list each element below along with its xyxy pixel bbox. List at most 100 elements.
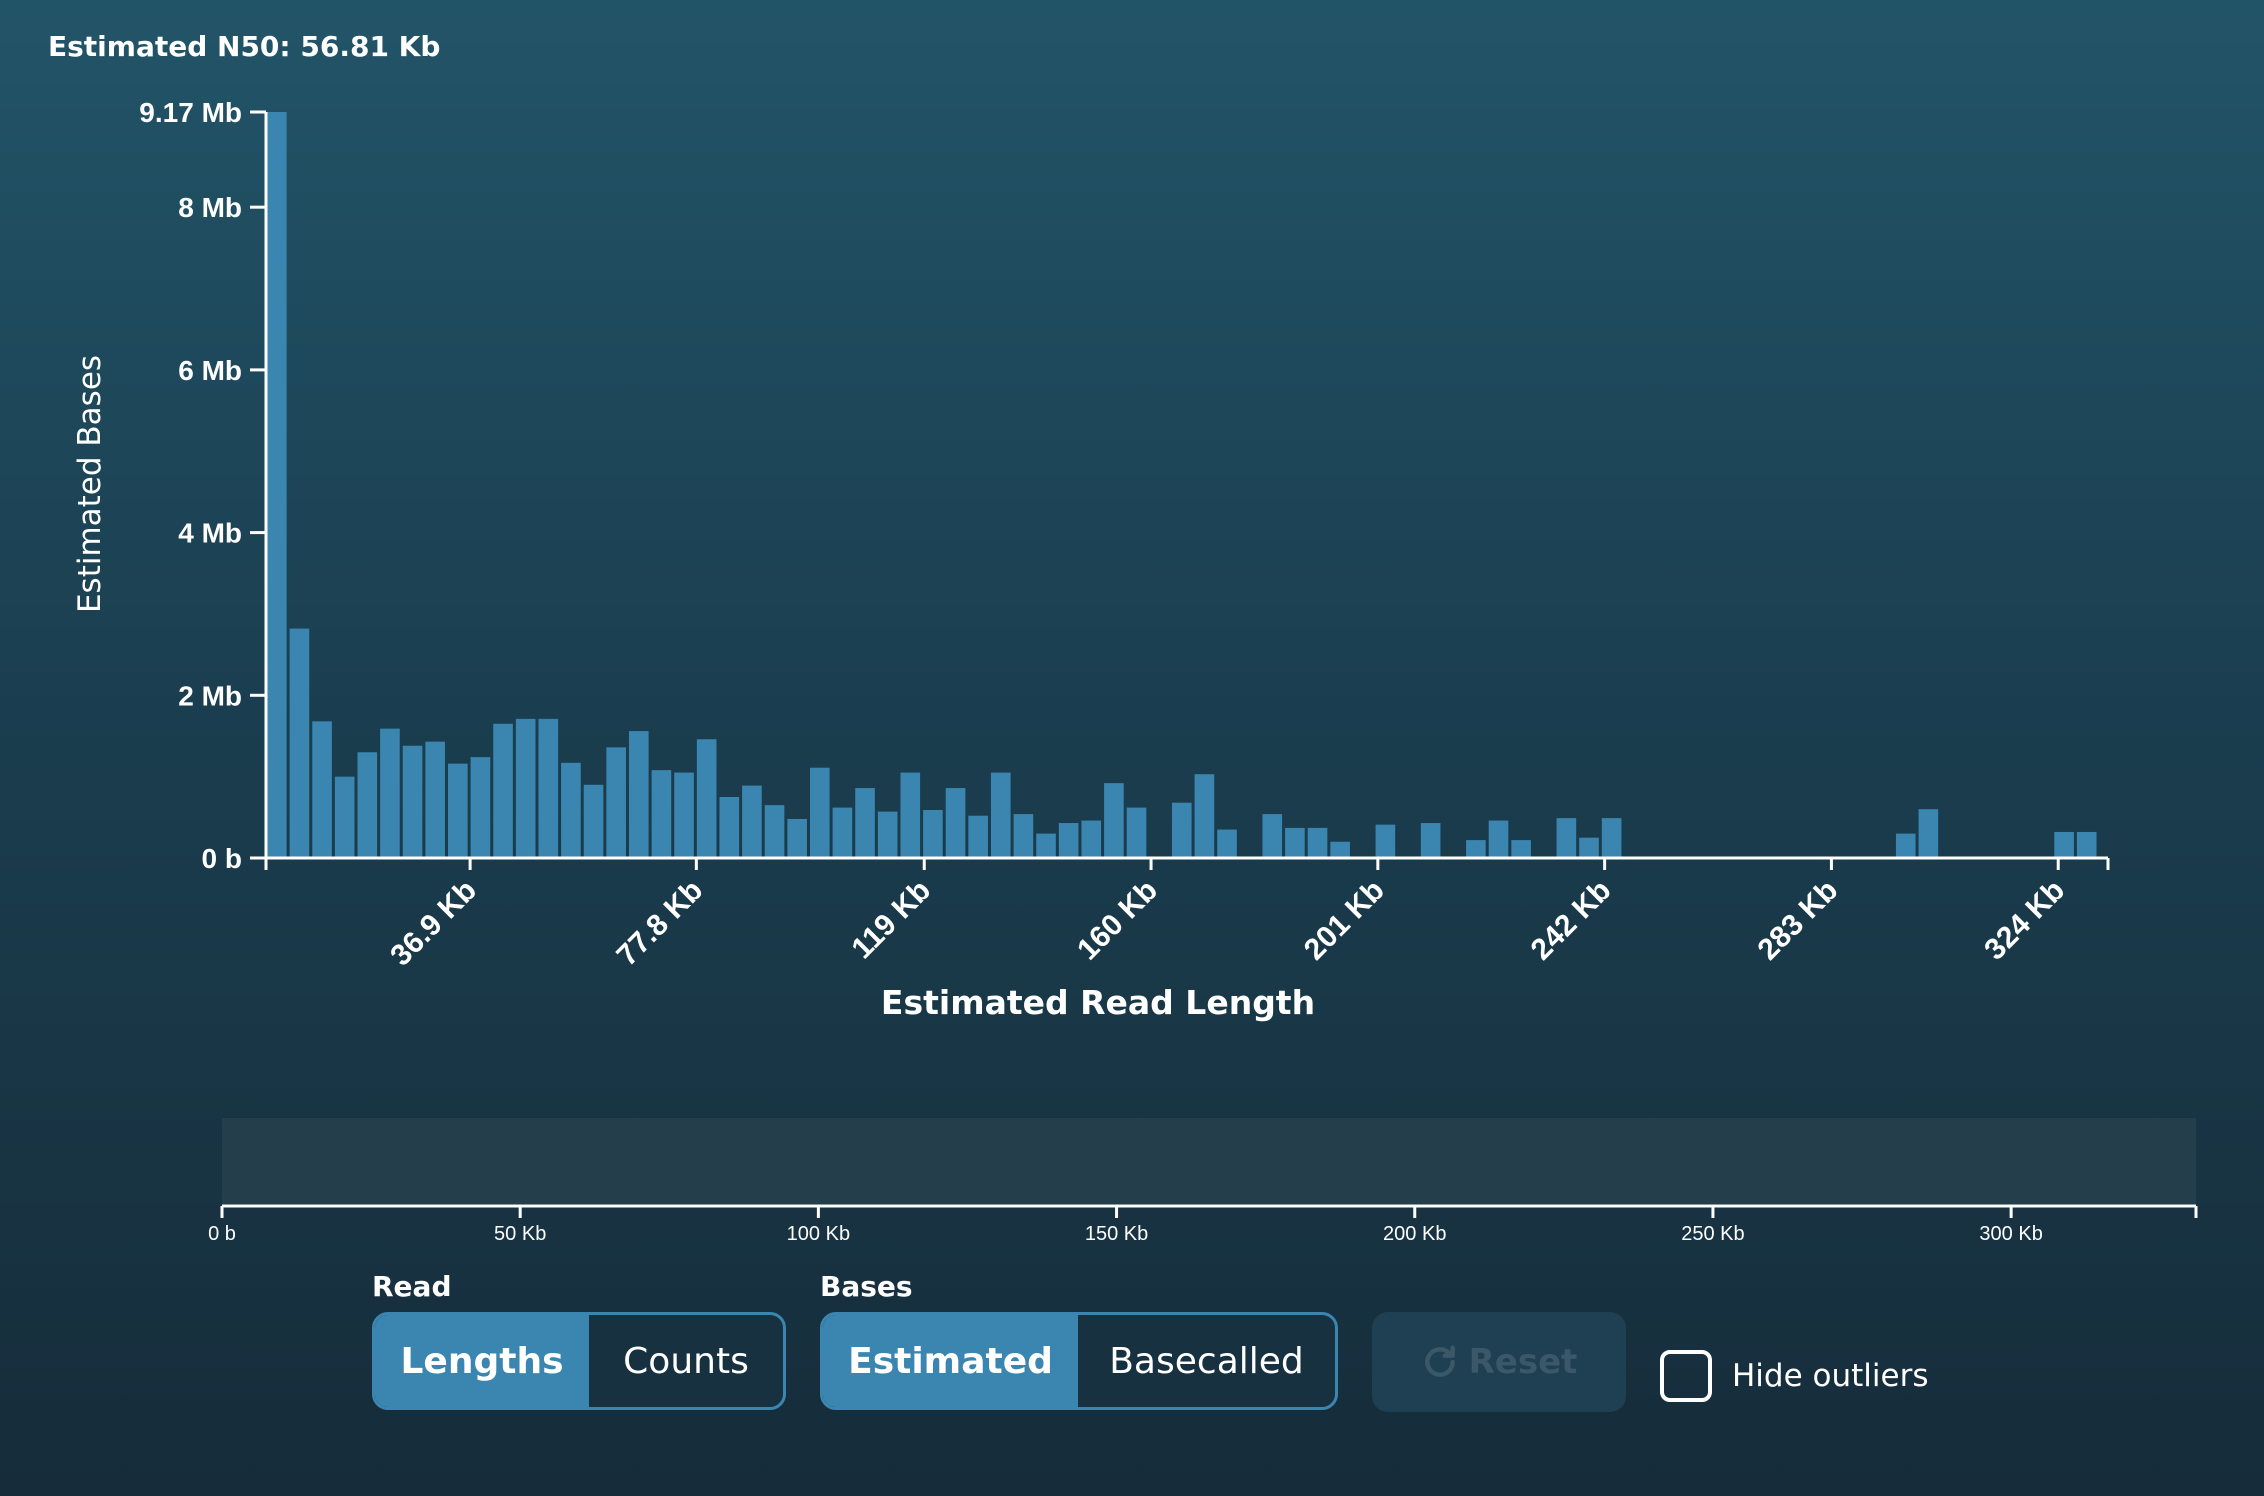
y-tick-label: 2 Mb — [178, 680, 242, 711]
bases-group-label: Bases — [820, 1270, 913, 1303]
histogram-bar[interactable] — [1601, 818, 1622, 858]
x-tick-label: 77.8 Kb — [611, 874, 710, 973]
histogram-bar[interactable] — [1036, 833, 1056, 858]
histogram-bar[interactable] — [1330, 841, 1350, 858]
brush-tick-label: 100 Kb — [787, 1223, 850, 1245]
histogram-bar[interactable] — [1307, 827, 1328, 858]
histogram-bar[interactable] — [2076, 831, 2097, 858]
bases-estimated-option[interactable]: Estimated — [823, 1315, 1078, 1407]
brush-tick-label: 0 b — [208, 1223, 236, 1245]
histogram-bar[interactable] — [312, 721, 332, 858]
x-axis-title: Estimated Read Length — [881, 983, 1315, 1022]
histogram-bar[interactable] — [742, 785, 762, 858]
y-axis-title: Estimated Bases — [72, 355, 108, 613]
refresh-icon — [1424, 1345, 1455, 1377]
bases-toggle[interactable]: Estimated Basecalled — [820, 1312, 1338, 1410]
read-counts-option[interactable]: Counts — [589, 1315, 783, 1407]
histogram-bar[interactable] — [787, 818, 807, 858]
histogram-bar[interactable] — [1262, 814, 1283, 858]
y-tick-label: 6 Mb — [178, 355, 242, 386]
read-lengths-option[interactable]: Lengths — [375, 1315, 589, 1407]
reset-label: Reset — [1468, 1342, 1578, 1382]
hide-outliers-toggle[interactable]: Hide outliers — [1660, 1350, 1929, 1402]
x-tick-label: 242 Kb — [1525, 874, 1618, 967]
y-axis: 0 b 2 Mb 4 Mb 6 Mb 8 Mb 9.17 Mb — [139, 97, 268, 874]
histogram-bar[interactable] — [493, 723, 513, 858]
histogram-bar[interactable] — [447, 763, 468, 858]
x-axis: 36.9 Kb 77.8 Kb 119 Kb 160 Kb 201 Kb 242 Kb 28… — [264, 856, 2110, 973]
brush-tick-label: 250 Kb — [1681, 1223, 1744, 1245]
histogram-bar[interactable] — [402, 745, 423, 858]
y-tick-label: 8 Mb — [178, 192, 242, 223]
y-tick-label: 0 b — [202, 843, 242, 874]
histogram-bar[interactable] — [1171, 802, 1192, 858]
histogram-bar[interactable] — [651, 770, 672, 858]
histogram-bar[interactable] — [267, 112, 287, 858]
histogram-bar[interactable] — [877, 811, 898, 858]
histogram-bar[interactable] — [538, 718, 559, 858]
histogram-bar[interactable] — [425, 741, 445, 858]
x-tick-label: 36.9 Kb — [384, 874, 483, 973]
histogram-bar[interactable] — [764, 805, 785, 858]
histogram-bar[interactable] — [561, 762, 581, 858]
histogram-bar[interactable] — [357, 752, 378, 858]
histogram-bar[interactable] — [1488, 820, 1509, 858]
brush-axis: 0 b 50 Kb 100 Kb 150 Kb 200 Kb 250 Kb 300 Kb — [208, 1204, 2198, 1245]
histogram-bar[interactable] — [380, 728, 400, 858]
read-length-histogram: 0 b 2 Mb 4 Mb 6 Mb 8 Mb 9.17 Mb 36.9 Kb 77.8 K… — [72, 97, 2198, 1245]
histogram-bar[interactable] — [923, 810, 943, 858]
histogram-bar[interactable] — [674, 772, 694, 858]
x-tick-label: 119 Kb — [845, 874, 937, 966]
brush-tick-label: 150 Kb — [1085, 1223, 1148, 1245]
reset-button[interactable]: Reset — [1372, 1312, 1626, 1412]
histogram-bar[interactable] — [1556, 818, 1577, 858]
histogram-bar[interactable] — [968, 815, 988, 858]
histogram-bar[interactable] — [832, 807, 853, 858]
histogram-bar[interactable] — [1285, 827, 1305, 858]
read-toggle[interactable]: Lengths Counts — [372, 1312, 786, 1410]
histogram-bar[interactable] — [1194, 774, 1215, 858]
histogram-bar[interactable] — [1375, 824, 1396, 858]
x-tick-label: 201 Kb — [1298, 874, 1391, 967]
histogram-bar[interactable] — [628, 731, 649, 858]
histogram-bar[interactable] — [1104, 783, 1124, 858]
histogram-bar[interactable] — [719, 796, 740, 858]
histogram-bar[interactable] — [1081, 820, 1102, 858]
brush-tick-label: 300 Kb — [1979, 1223, 2042, 1245]
histogram-bar[interactable] — [289, 628, 310, 858]
x-tick-label: 283 Kb — [1751, 874, 1844, 967]
histogram-bar[interactable] — [1511, 840, 1531, 858]
histogram-bar[interactable] — [945, 788, 966, 858]
histogram-bar[interactable] — [809, 767, 830, 858]
histogram-bar[interactable] — [1217, 829, 1237, 858]
histogram-bar[interactable] — [1579, 837, 1599, 858]
hide-outliers-checkbox[interactable] — [1660, 1350, 1712, 1402]
bases-basecalled-option[interactable]: Basecalled — [1078, 1315, 1335, 1407]
histogram-bar[interactable] — [900, 772, 921, 858]
y-tick-label: 4 Mb — [178, 518, 242, 549]
histogram-bar[interactable] — [855, 788, 875, 858]
histogram-bar[interactable] — [1058, 823, 1079, 858]
histogram-bar[interactable] — [515, 718, 536, 858]
histogram-bar[interactable] — [1126, 807, 1147, 858]
histogram-bar[interactable] — [1466, 840, 1486, 858]
histogram-bars — [267, 112, 2097, 858]
brush-tick-label: 200 Kb — [1383, 1223, 1446, 1245]
histogram-bar[interactable] — [606, 747, 626, 858]
histogram-bar[interactable] — [1918, 809, 1939, 858]
brush-area[interactable] — [222, 1118, 2196, 1204]
histogram-bar[interactable] — [1420, 823, 1441, 858]
y-tick-label: 9.17 Mb — [139, 97, 242, 128]
histogram-bar[interactable] — [583, 784, 604, 858]
histogram-bar[interactable] — [1013, 814, 1034, 858]
histogram-bar[interactable] — [1895, 833, 1916, 858]
histogram-bar[interactable] — [470, 757, 491, 858]
histogram-bar[interactable] — [334, 776, 355, 858]
read-group-label: Read — [372, 1270, 452, 1303]
x-tick-label: 160 Kb — [1071, 874, 1164, 967]
brush-tick-label: 50 Kb — [494, 1223, 546, 1245]
histogram-bar[interactable] — [2054, 831, 2074, 858]
histogram-bar[interactable] — [990, 772, 1011, 858]
histogram-bar[interactable] — [696, 739, 717, 858]
hide-outliers-label: Hide outliers — [1732, 1358, 1929, 1394]
